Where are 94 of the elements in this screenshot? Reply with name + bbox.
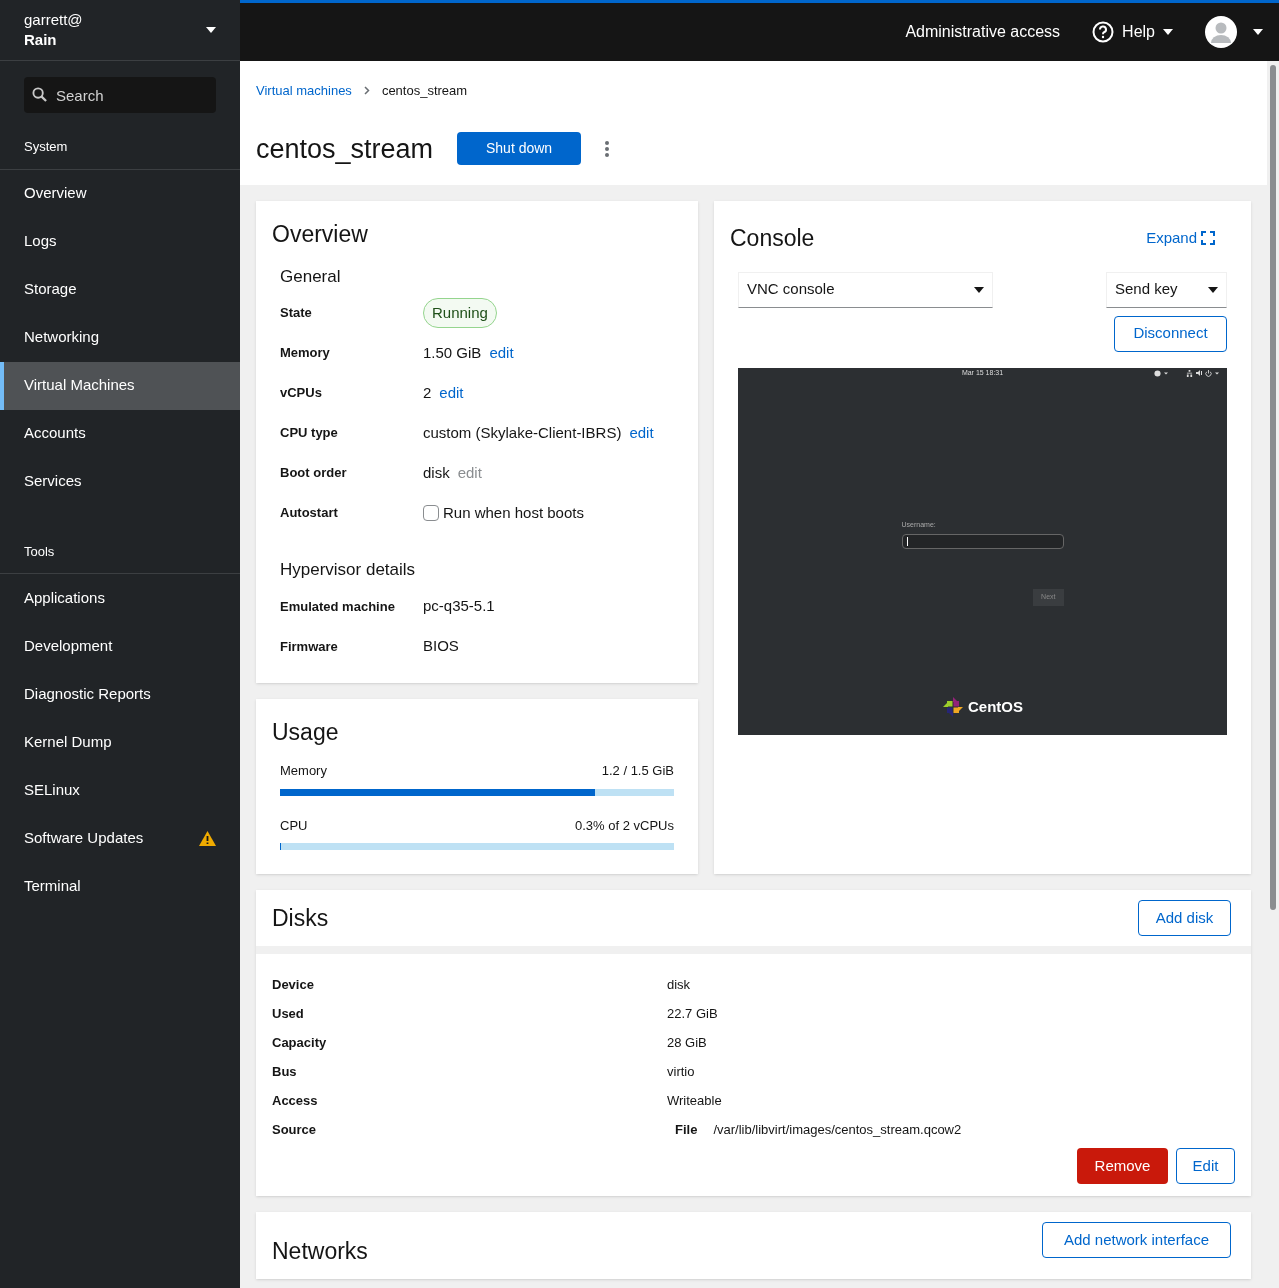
field-label: Boot order: [280, 464, 348, 483]
edit-link[interactable]: edit: [629, 421, 654, 445]
field-label: vCPUs: [280, 384, 323, 403]
card-title: Usage: [272, 717, 340, 747]
scrollbar[interactable]: [1267, 61, 1279, 1288]
avatar-icon[interactable]: [1205, 16, 1237, 48]
field-value: custom (Skylake-Client-IBRS): [423, 422, 622, 443]
nav-item[interactable]: Virtual Machines: [0, 361, 240, 410]
disk-value: 22.7 GiB: [667, 1004, 718, 1023]
disk-value: Writeable: [667, 1091, 722, 1110]
admin-access-button[interactable]: Administrative access: [905, 20, 1061, 44]
disk-label: Bus: [272, 1062, 298, 1081]
breadcrumb-link[interactable]: Virtual machines: [256, 81, 352, 101]
disk-value: disk: [667, 975, 691, 994]
caret-icon: [1253, 29, 1263, 35]
nav-item[interactable]: Overview: [0, 169, 240, 218]
meter-reading: 0.3% of 2 vCPUs: [575, 816, 674, 835]
disk-sublabel: File: [675, 1120, 698, 1139]
disk-value: virtio: [667, 1062, 695, 1081]
caret-icon: [1208, 286, 1218, 293]
nav-item[interactable]: Diagnostic Reports: [0, 670, 240, 718]
card-title: Disks: [272, 903, 329, 933]
nav-item[interactable]: Logs: [0, 217, 240, 266]
checkbox[interactable]: [423, 505, 439, 521]
disk-label: Used: [272, 1004, 305, 1023]
nav-item[interactable]: Applications: [0, 574, 240, 622]
expand-link[interactable]: Expand: [1146, 227, 1215, 250]
field-label: Emulated machine: [280, 597, 396, 616]
meter-label: CPU: [280, 816, 308, 835]
caret-icon: [206, 27, 216, 33]
page-title: centos_stream: [256, 132, 434, 166]
disk-label: Capacity: [272, 1033, 328, 1052]
disk-label: Device: [272, 975, 315, 994]
network-icon: [1186, 369, 1193, 377]
meter-label: Memory: [280, 762, 327, 780]
field-value: pc-q35-5.1: [423, 596, 495, 617]
nav-item[interactable]: Software Updates: [0, 814, 240, 862]
caret-icon: [1215, 371, 1219, 375]
search-icon: [32, 87, 47, 102]
help-menu[interactable]: Help: [1092, 20, 1173, 44]
nav-item[interactable]: Kernel Dump: [0, 718, 240, 766]
nav-item[interactable]: Storage: [0, 265, 240, 314]
add-network-button[interactable]: Add network interface: [1042, 1222, 1231, 1258]
logo-text: CentOS: [968, 696, 1023, 717]
nav-item[interactable]: SELinux: [0, 766, 240, 814]
kebab-icon[interactable]: [605, 140, 610, 157]
user-name: garrett@: [24, 10, 83, 30]
field-value: disk: [423, 462, 450, 483]
nav-item[interactable]: Accounts: [0, 409, 240, 458]
status-badge: Running: [423, 297, 497, 329]
power-icon: [1205, 369, 1212, 377]
disk-value: /var/lib/libvirt/images/centos_stream.qcow2: [713, 1120, 962, 1139]
shut-down-button[interactable]: Shut down: [457, 132, 582, 166]
edit-link[interactable]: edit: [439, 381, 464, 405]
edit-button[interactable]: Edit: [1176, 1148, 1235, 1184]
add-disk-button[interactable]: Add disk: [1138, 900, 1231, 936]
nav-item[interactable]: Terminal: [0, 862, 240, 910]
disk-value: 28 GiB: [667, 1033, 707, 1052]
field-value: 2: [423, 382, 432, 403]
search-field[interactable]: Search: [24, 77, 216, 113]
field-label: Firmware: [280, 637, 339, 656]
caret-icon: [1164, 371, 1168, 375]
field-label: State: [280, 304, 313, 323]
nav-item[interactable]: Networking: [0, 313, 240, 362]
console-type-select[interactable]: VNC console: [738, 271, 993, 308]
logo-icon: [942, 695, 964, 718]
disconnect-button[interactable]: Disconnect: [1114, 315, 1227, 352]
edit-link[interactable]: edit: [489, 341, 514, 365]
caret-icon: [1163, 29, 1173, 35]
nav-item[interactable]: Development: [0, 622, 240, 670]
field-label: Memory: [280, 344, 331, 363]
field-label: CPU type: [280, 424, 339, 443]
field-label: Autostart: [280, 504, 339, 523]
remove-button[interactable]: Remove: [1077, 1148, 1168, 1184]
card-title: Console: [730, 224, 815, 253]
host-name[interactable]: Rain: [24, 30, 83, 50]
send-key-select[interactable]: Send key: [1106, 271, 1227, 308]
disk-label: Source: [272, 1120, 318, 1139]
caret-icon: [974, 286, 984, 293]
volume-icon: [1196, 370, 1202, 376]
card-title: Overview: [272, 220, 369, 249]
meter-reading: 1.2 / 1.5 GiB: [601, 762, 674, 780]
help-icon: [1092, 21, 1115, 43]
expand-icon: [1201, 231, 1215, 246]
nav-item[interactable]: Services: [0, 457, 240, 506]
chevron-icon: [363, 86, 370, 96]
disk-label: Access: [272, 1091, 319, 1110]
section-heading: General: [280, 265, 342, 288]
card-title: Networks: [272, 1237, 368, 1266]
section-heading: Hypervisor details: [280, 559, 417, 581]
field-value: 1.50 GiB: [423, 342, 482, 363]
breadcrumb-current: centos_stream: [381, 82, 468, 100]
checkbox-label: Run when host boots: [443, 502, 584, 523]
field-value: BIOS: [423, 636, 459, 657]
